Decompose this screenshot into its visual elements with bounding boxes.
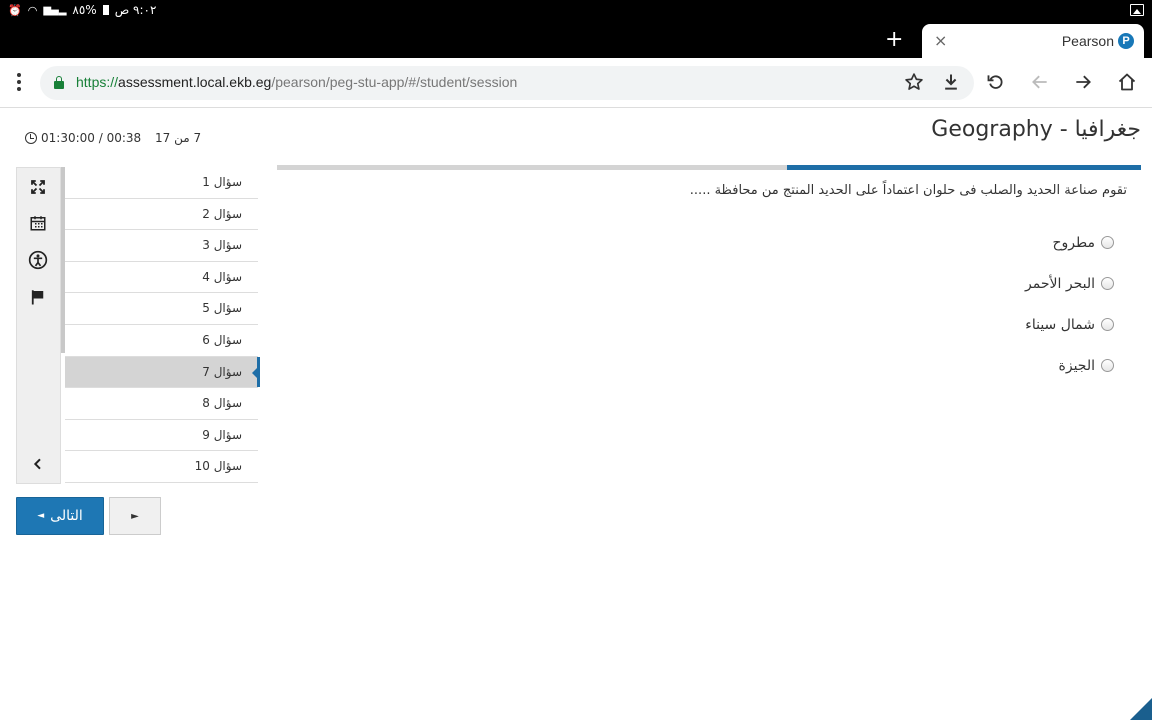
question-list-item[interactable]: سؤال 1 [65,167,258,199]
option-label: الجيزة [1058,357,1095,374]
flag-icon[interactable] [28,288,48,306]
radio-button[interactable] [1101,277,1114,290]
page-title: Geography - جغرافيا [931,117,1141,142]
answer-options: مطروح البحر الأحمر شمال سيناء الجيزة [1025,222,1114,386]
reload-icon[interactable] [986,72,1006,92]
question-progress-text: 7 من 17 [155,131,202,145]
question-list-item[interactable]: سؤال 7 [65,356,260,389]
star-icon[interactable] [904,72,924,92]
question-list: سؤال 1 سؤال 2 سؤال 3 سؤال 4 سؤال 5 سؤال 6 سؤال… [65,167,260,483]
next-label: التالى [50,508,83,524]
answer-option[interactable]: الجيزة [1025,345,1114,386]
question-list-item[interactable]: سؤال 6 [65,325,258,357]
browser-toolbar: https://assessment.local.ekb.eg/pearson/… [0,58,1152,108]
new-tab-button[interactable]: + [885,27,903,53]
progress-bar-fill [786,165,1141,170]
accessibility-icon[interactable] [28,250,48,270]
next-button[interactable]: التالى ◄ [16,497,104,535]
option-label: مطروح [1052,234,1095,251]
radio-button[interactable] [1101,359,1114,372]
radio-button[interactable] [1101,236,1114,249]
question-list-item[interactable]: سؤال 8 [65,388,258,420]
signal-icon: ▂▄▆ [43,4,67,16]
next-arrow-icon: ◄ [37,511,45,521]
question-list-item[interactable]: سؤال 4 [65,262,258,294]
screenshot-icon [1130,4,1144,16]
download-icon[interactable] [941,72,961,92]
previous-arrow-icon: ► [131,510,139,522]
clock-icon [25,132,37,144]
alarm-icon: ⏰ [8,3,22,17]
answer-option[interactable]: مطروح [1025,222,1114,263]
question-list-item[interactable]: سؤال 3 [65,230,258,262]
question-text: تقوم صناعة الحديد والصلب فى حلوان اعتماد… [689,183,1127,198]
status-time: ٩:٠٢ ص [114,3,157,17]
lock-icon [54,76,64,89]
question-list-item[interactable]: سؤال 2 [65,199,258,231]
timer-text: 01:30:00 / 00:38 [41,131,142,145]
status-indicators: ٩:٠٢ ص %٨٥ ▂▄▆ ◠ ⏰ [8,3,156,17]
close-tab-icon[interactable]: × [934,31,947,50]
forward-icon[interactable] [1073,72,1093,92]
status-bar: ٩:٠٢ ص %٨٥ ▂▄▆ ◠ ⏰ + × Pearson P [0,0,1152,60]
calendar-icon[interactable] [28,214,48,232]
answer-option[interactable]: شمال سيناء [1025,304,1114,345]
browser-tab[interactable]: × Pearson P [922,24,1144,60]
fullscreen-icon[interactable] [28,178,48,196]
previous-button[interactable]: ► [109,497,161,535]
url-text[interactable]: https://assessment.local.ekb.eg/pearson/… [76,74,517,90]
option-label: شمال سيناء [1025,316,1095,333]
question-list-item[interactable]: سؤال 10 [65,451,258,483]
pearson-favicon-icon: P [1118,33,1134,49]
corner-badge-icon [1130,698,1152,720]
tool-panel [16,167,61,484]
address-bar[interactable]: https://assessment.local.ekb.eg/pearson/… [40,66,974,100]
battery-level: %٨٥ [72,3,97,17]
wifi-icon: ◠ [27,3,38,17]
home-icon[interactable] [1117,72,1137,92]
tab-title: Pearson [1061,33,1114,49]
menu-icon[interactable] [16,73,22,94]
answer-option[interactable]: البحر الأحمر [1025,263,1114,304]
back-icon[interactable] [1030,72,1050,92]
progress-bar [277,165,1141,170]
collapse-icon[interactable] [28,456,48,472]
radio-button[interactable] [1101,318,1114,331]
exam-timer: 01:30:00 / 00:38 [25,131,141,145]
battery-icon [102,5,109,15]
option-label: البحر الأحمر [1025,275,1095,292]
question-list-item[interactable]: سؤال 9 [65,420,258,452]
question-list-item[interactable]: سؤال 5 [65,293,258,325]
